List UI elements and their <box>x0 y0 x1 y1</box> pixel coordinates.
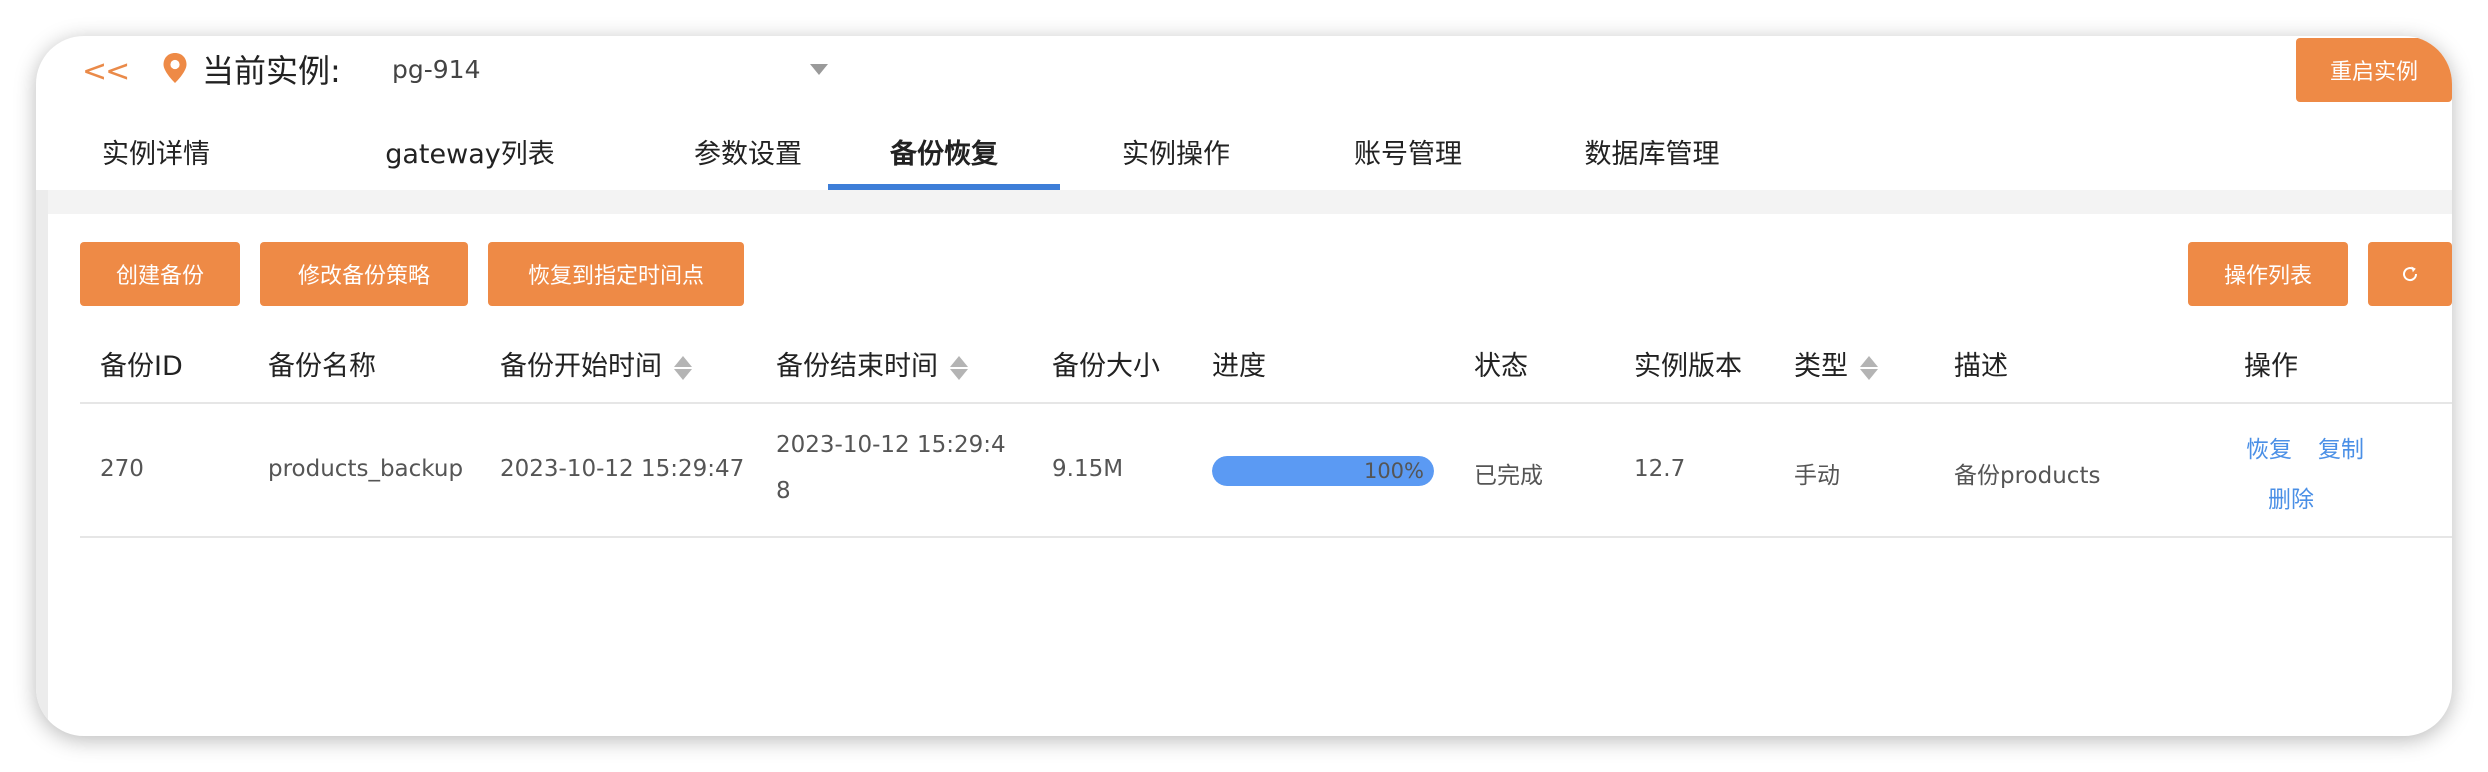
column-header-backup-id: 备份ID <box>100 351 183 382</box>
operation-list-button[interactable]: 操作列表 <box>2188 242 2348 306</box>
tab-instance-details[interactable]: 实例详情 <box>56 124 256 190</box>
cell-status: 已完成 <box>1474 463 1543 489</box>
chevron-down-icon <box>810 64 828 75</box>
divider-band <box>48 190 2452 214</box>
column-header-type-label: 类型 <box>1794 351 1848 382</box>
progress-bar: 100% <box>1212 456 1434 486</box>
tab-gateway-list[interactable]: gateway列表 <box>360 124 580 190</box>
progress-label: 100% <box>1363 459 1424 483</box>
tab-backup-restore[interactable]: 备份恢复 <box>828 124 1060 190</box>
restore-link[interactable]: 恢复 <box>2246 430 2292 464</box>
cell-instance-version: 12.7 <box>1634 456 1686 482</box>
copy-link[interactable]: 复制 <box>2318 430 2364 464</box>
restart-instance-button[interactable]: 重启实例 <box>2296 38 2452 102</box>
cell-backup-name: products_backup <box>268 456 464 482</box>
instance-select[interactable]: pg-914 <box>372 44 842 94</box>
column-header-start-time[interactable]: 备份开始时间 <box>500 344 692 383</box>
tab-database-management[interactable]: 数据库管理 <box>1524 124 1780 190</box>
current-instance-label: 当前实例: <box>202 52 341 90</box>
refresh-button[interactable] <box>2368 242 2452 306</box>
sort-icon[interactable] <box>1860 354 1878 382</box>
restore-to-point-in-time-button[interactable]: 恢复到指定时间点 <box>488 242 744 306</box>
location-pin-icon <box>163 53 187 83</box>
column-header-end-time[interactable]: 备份结束时间 <box>776 344 968 383</box>
column-header-status: 状态 <box>1474 351 1528 382</box>
tab-instance-operations[interactable]: 实例操作 <box>1060 124 1292 190</box>
tab-bar: 实例详情 gateway列表 参数设置 备份恢复 实例操作 账号管理 数据库管理 <box>36 124 2452 190</box>
column-header-end-time-label: 备份结束时间 <box>776 351 938 382</box>
table-header-divider <box>80 402 2452 404</box>
back-button[interactable]: << <box>82 54 130 89</box>
cell-start-time: 2023-10-12 15:29:47 <box>500 456 745 482</box>
left-gutter <box>36 190 48 736</box>
cell-description: 备份products <box>1954 463 2101 489</box>
column-header-description: 描述 <box>1954 351 2008 382</box>
column-header-start-time-label: 备份开始时间 <box>500 351 662 382</box>
column-header-backup-name: 备份名称 <box>268 351 376 382</box>
delete-link[interactable]: 删除 <box>2268 480 2314 514</box>
column-header-actions: 操作 <box>2244 351 2298 382</box>
refresh-icon <box>2403 266 2418 282</box>
create-backup-button[interactable]: 创建备份 <box>80 242 240 306</box>
sort-icon[interactable] <box>674 354 692 382</box>
cell-type: 手动 <box>1794 463 1840 489</box>
column-header-progress: 进度 <box>1212 351 1266 382</box>
table-row-divider <box>80 536 2452 538</box>
cell-backup-size: 9.15M <box>1052 456 1124 482</box>
column-header-type[interactable]: 类型 <box>1794 344 1878 383</box>
tab-account-management[interactable]: 账号管理 <box>1292 124 1524 190</box>
cell-backup-id: 270 <box>100 456 144 482</box>
sort-icon[interactable] <box>950 354 968 382</box>
column-header-instance-version: 实例版本 <box>1634 351 1742 382</box>
column-header-backup-size: 备份大小 <box>1052 351 1160 382</box>
modify-backup-policy-button[interactable]: 修改备份策略 <box>260 242 468 306</box>
instance-panel: << 当前实例: pg-914 重启实例 实例详情 gateway列表 参数设置… <box>36 36 2452 736</box>
instance-select-value: pg-914 <box>392 54 481 84</box>
cell-end-time: 2023-10-12 15:29:48 <box>776 432 1006 504</box>
